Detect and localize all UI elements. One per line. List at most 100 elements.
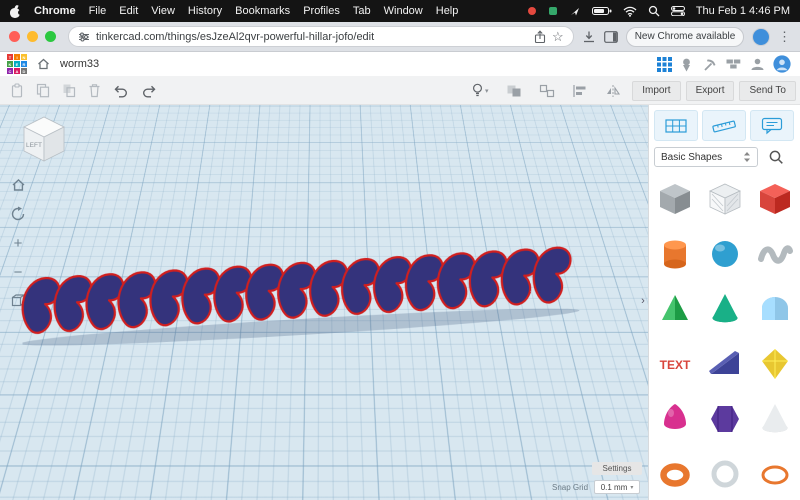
menu-item-edit[interactable]: Edit (119, 5, 138, 17)
snap-grid-select[interactable]: 0.1 mm▾ (594, 480, 640, 494)
shape-scribble[interactable] (753, 232, 797, 276)
search-shapes-icon[interactable] (764, 147, 788, 167)
simlab-icon[interactable] (680, 57, 693, 72)
shape-text[interactable]: TEXT (653, 342, 697, 386)
menu-item-view[interactable]: View (151, 5, 175, 17)
shape-round-roof[interactable] (753, 287, 797, 331)
shape-sphere[interactable] (703, 232, 747, 276)
designs-grid-icon[interactable] (657, 57, 672, 72)
wifi-icon[interactable] (623, 6, 637, 17)
app-badge-red-icon[interactable] (527, 6, 537, 16)
logo-cell: A (14, 68, 20, 74)
shape-cone[interactable] (703, 287, 747, 331)
ruler-tile[interactable] (702, 110, 746, 141)
header-app-icons (648, 52, 800, 76)
menu-item-window[interactable]: Window (384, 5, 423, 17)
shape-box-gray[interactable] (653, 177, 697, 221)
shape-cone-white[interactable] (753, 397, 797, 441)
copy-icon[interactable] (36, 83, 50, 98)
menu-item-tab[interactable]: Tab (353, 5, 371, 17)
orbit-icon[interactable] (8, 204, 28, 224)
classes-icon[interactable] (750, 57, 765, 71)
zoom-window-button[interactable] (45, 31, 56, 42)
import-button[interactable]: Import (632, 81, 680, 101)
close-window-button[interactable] (9, 31, 20, 42)
shape-box-hole[interactable] (703, 177, 747, 221)
bookmark-star-icon[interactable]: ☆ (552, 30, 564, 43)
shape-diamond[interactable] (753, 342, 797, 386)
menu-item-bookmarks[interactable]: Bookmarks (235, 5, 290, 17)
send-to-button[interactable]: Send To (739, 81, 796, 101)
logo-cell: D (21, 68, 27, 74)
user-avatar[interactable] (773, 55, 791, 73)
redo-icon[interactable] (141, 84, 157, 98)
home-icon[interactable] (37, 58, 50, 70)
logo-cell: T (7, 54, 13, 60)
shape-pyramid[interactable] (653, 287, 697, 331)
group-icon[interactable] (506, 84, 522, 98)
chrome-update-badge[interactable]: New Chrome available (626, 27, 745, 47)
notes-tile[interactable] (750, 110, 794, 141)
mirror-icon[interactable] (605, 84, 621, 98)
logo-cell: K (7, 61, 13, 67)
minimize-window-button[interactable] (27, 31, 38, 42)
more-menu-icon[interactable]: ⋮ (778, 30, 791, 43)
side-panel-icon[interactable] (604, 31, 618, 43)
ungroup-icon[interactable] (539, 84, 555, 98)
export-button[interactable]: Export (686, 81, 735, 101)
select-caret-icon (743, 151, 751, 163)
shape-paraboloid[interactable] (653, 397, 697, 441)
location-icon[interactable] (569, 5, 581, 17)
apple-menu-icon[interactable] (10, 5, 21, 18)
svg-text:TEXT: TEXT (660, 358, 691, 372)
shapes-panel: Basic Shapes TEXT (648, 105, 800, 500)
menu-bar-clock[interactable]: Thu Feb 1 4:46 PM (696, 5, 790, 17)
shape-tube[interactable] (703, 452, 747, 496)
shape-category-select[interactable]: Basic Shapes (654, 147, 758, 167)
zoom-in-icon[interactable]: + (8, 233, 28, 253)
logo-cell: N (21, 54, 27, 60)
address-bar[interactable]: tinkercad.com/things/esJzeAl2qvr-powerfu… (68, 26, 574, 47)
tinkercad-logo[interactable]: TINKERCAD (7, 54, 27, 74)
shape-torus-thin[interactable] (753, 452, 797, 496)
menu-items: Chrome File Edit View History Bookmarks Profil… (34, 5, 458, 17)
site-info-icon[interactable] (78, 31, 90, 43)
menu-item-file[interactable]: File (89, 5, 107, 17)
paste-icon[interactable] (10, 83, 24, 98)
bricks-icon[interactable] (726, 58, 741, 71)
battery-icon[interactable] (592, 6, 612, 16)
show-hide-bulb-icon[interactable]: ▾ (472, 83, 489, 98)
edit-toolbar: ▾ Import Export Send To (0, 76, 800, 105)
snap-grid-label: Snap Grid (552, 483, 588, 492)
delete-icon[interactable] (88, 83, 101, 98)
macos-menu-bar: Chrome File Edit View History Bookmarks Profil… (0, 0, 800, 22)
home-view-icon[interactable] (8, 175, 28, 195)
url-text[interactable]: tinkercad.com/things/esJzeAl2qvr-powerfu… (96, 31, 528, 43)
menu-item-chrome[interactable]: Chrome (34, 5, 76, 17)
shape-box-red[interactable] (753, 177, 797, 221)
panel-collapse-handle[interactable]: › (638, 288, 648, 314)
shape-cylinder[interactable] (653, 232, 697, 276)
minecraft-icon[interactable] (702, 57, 717, 72)
search-icon[interactable] (648, 5, 660, 17)
shape-torus[interactable] (653, 452, 697, 496)
menu-item-help[interactable]: Help (436, 5, 459, 17)
menu-item-profiles[interactable]: Profiles (303, 5, 340, 17)
app-badge-green-icon[interactable] (548, 6, 558, 16)
download-icon[interactable] (582, 30, 596, 44)
share-icon[interactable] (534, 30, 546, 44)
viewport-3d[interactable]: LEFT + − Settings Snap Grid 0.1 mm▾ › (0, 105, 648, 500)
align-icon[interactable] (572, 84, 588, 98)
settings-button[interactable]: Settings (592, 462, 642, 475)
shape-polygon[interactable] (703, 397, 747, 441)
workplane-tile[interactable] (654, 110, 698, 141)
shape-wedge[interactable] (703, 342, 747, 386)
browser-toolbar: tinkercad.com/things/esJzeAl2qvr-powerfu… (0, 22, 800, 52)
design-title[interactable]: worm33 (60, 58, 99, 70)
duplicate-icon[interactable] (62, 83, 76, 98)
profile-avatar[interactable] (752, 28, 770, 46)
undo-icon[interactable] (113, 84, 129, 98)
control-center-icon[interactable] (671, 6, 685, 16)
menu-item-history[interactable]: History (188, 5, 222, 17)
view-cube[interactable]: LEFT (16, 111, 74, 167)
